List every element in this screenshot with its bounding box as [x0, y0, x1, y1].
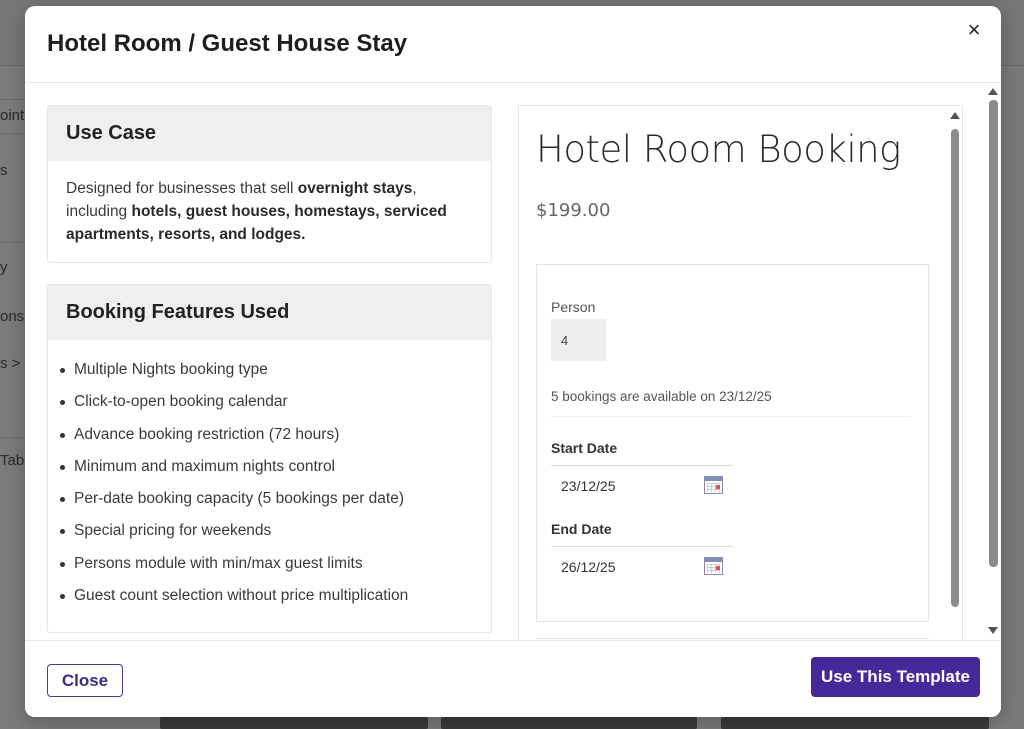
list-item: Advance booking restriction (72 hours) — [60, 419, 473, 451]
use-case-bold: overnight stays — [297, 180, 413, 197]
template-modal: Hotel Room / Guest House Stay × Use Case… — [25, 6, 1001, 717]
list-item: Multiple Nights booking type — [60, 354, 473, 386]
list-item: Minimum and maximum nights control — [60, 451, 473, 483]
divider — [551, 416, 911, 417]
preview-scrollbar-thumb[interactable] — [951, 129, 959, 607]
modal-scrollbar-thumb[interactable] — [989, 100, 998, 567]
sidebar-item: ons — [0, 308, 25, 325]
list-item: Special pricing for weekends — [60, 515, 473, 547]
preview-price: $199.00 — [536, 200, 611, 221]
end-date-label: End Date — [551, 521, 612, 537]
person-input[interactable]: 4 — [551, 319, 606, 361]
background-photo — [160, 717, 428, 729]
list-item: Click-to-open booking calendar — [60, 386, 473, 418]
list-item: Guest count selection without price mult… — [60, 580, 473, 612]
person-label: Person — [551, 299, 596, 315]
booking-form: Person 4 5 bookings are available on 23/… — [536, 264, 929, 622]
sidebar-item: s — [0, 162, 8, 179]
start-date-value: 23/12/25 — [561, 478, 616, 494]
template-preview[interactable]: Hotel Room Booking $199.00 Person 4 5 bo… — [518, 105, 963, 640]
background-photo — [441, 717, 697, 729]
availability-text: 5 bookings are available on 23/12/25 — [551, 389, 772, 404]
background-sidebar: oint s y ons s > Tab — [0, 66, 28, 729]
background-photo — [721, 717, 989, 729]
use-template-button[interactable]: Use This Template — [811, 657, 980, 697]
calendar-icon[interactable] — [704, 557, 723, 575]
scroll-up-icon[interactable] — [950, 112, 960, 119]
modal-scrollbar[interactable] — [986, 86, 1000, 638]
feature-list: Multiple Nights booking type Click-to-op… — [48, 340, 491, 612]
use-case-description: Designed for businesses that sell overni… — [48, 161, 491, 262]
list-item: Persons module with min/max guest limits — [60, 548, 473, 580]
sidebar-item: s > — [0, 355, 21, 372]
card-heading: Use Case — [48, 106, 491, 161]
sidebar-item: Tab — [0, 452, 25, 469]
modal-header: Hotel Room / Guest House Stay × — [25, 6, 1001, 83]
sidebar-divider — [0, 242, 28, 243]
scroll-up-icon[interactable] — [988, 88, 998, 95]
preview-scrollbar[interactable] — [949, 112, 961, 610]
modal-footer: Close Use This Template — [25, 640, 1001, 717]
modal-body: Use Case Designed for businesses that se… — [25, 84, 1001, 640]
end-date-value: 26/12/25 — [561, 559, 616, 575]
sidebar-divider — [0, 437, 28, 438]
start-date-field[interactable]: 23/12/25 — [551, 465, 733, 505]
calendar-icon[interactable] — [704, 476, 723, 494]
booking-features-card: Booking Features Used Multiple Nights bo… — [47, 284, 492, 633]
modal-title: Hotel Room / Guest House Stay — [47, 30, 408, 57]
scroll-down-icon[interactable] — [988, 627, 998, 634]
close-icon[interactable]: × — [964, 19, 984, 41]
end-date-field[interactable]: 26/12/25 — [551, 546, 733, 586]
use-case-card: Use Case Designed for businesses that se… — [47, 105, 492, 263]
preview-product-title: Hotel Room Booking — [536, 128, 901, 171]
use-case-text: Designed for businesses that sell — [66, 180, 298, 197]
sidebar-item: y — [0, 259, 8, 276]
start-date-label: Start Date — [551, 440, 618, 456]
sidebar-divider — [0, 99, 28, 100]
sidebar-item: oint — [0, 107, 25, 124]
list-item: Per-date booking capacity (5 bookings pe… — [60, 483, 473, 515]
sidebar-divider — [0, 133, 28, 134]
close-button[interactable]: Close — [47, 664, 123, 697]
card-heading: Booking Features Used — [48, 285, 491, 340]
